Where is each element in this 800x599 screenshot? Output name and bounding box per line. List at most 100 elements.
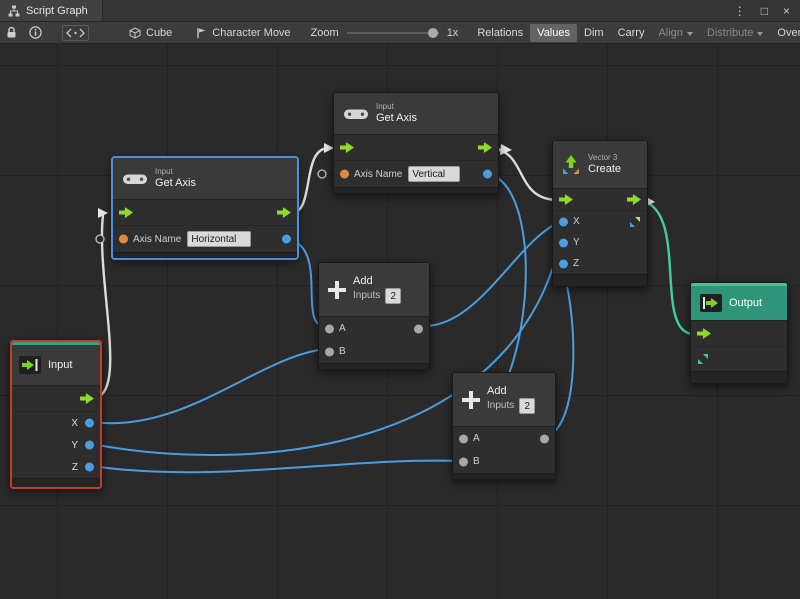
a-in-port[interactable] xyxy=(325,324,334,333)
gamepad-icon xyxy=(343,106,369,122)
param-row: Axis Name xyxy=(334,161,498,187)
cube-label: Cube xyxy=(146,27,172,39)
plus-icon xyxy=(462,391,480,409)
x-in-port[interactable] xyxy=(559,217,568,226)
result-out-port[interactable] xyxy=(540,434,549,443)
values-button[interactable]: Values xyxy=(530,24,577,42)
node-get-axis-vertical[interactable]: Input Get Axis Axis Name xyxy=(333,92,499,194)
port-row-a: A xyxy=(453,427,555,450)
target-object-cube[interactable]: Cube xyxy=(129,27,172,39)
relations-button[interactable]: Relations xyxy=(470,24,530,42)
align-label: Align xyxy=(658,27,682,39)
info-icon[interactable] xyxy=(29,26,42,39)
port-row-y: Y xyxy=(12,434,100,456)
node-vector3-create[interactable]: Vector 3 Create X Y Z xyxy=(552,140,648,287)
y-in-port[interactable] xyxy=(559,238,568,247)
a-in-port[interactable] xyxy=(459,434,468,443)
result-out-port[interactable] xyxy=(414,324,423,333)
flow-row xyxy=(334,135,498,161)
port-row-a: A xyxy=(319,317,429,340)
graph-canvas[interactable]: Input Get Axis Axis Name xyxy=(0,44,800,599)
distribute-dropdown[interactable]: Distribute xyxy=(700,24,770,42)
y-out-port[interactable] xyxy=(85,441,94,450)
node-title: Add xyxy=(353,275,401,288)
tab-bar: Script Graph ⋮ □ × xyxy=(0,0,800,22)
node-title: Get Axis xyxy=(376,112,417,125)
lock-icon[interactable] xyxy=(6,26,17,39)
value-row xyxy=(691,347,787,371)
tab-script-graph[interactable]: Script Graph xyxy=(0,0,103,21)
value-out-port[interactable] xyxy=(483,170,492,179)
node-add-1[interactable]: Add Inputs A B xyxy=(318,262,430,370)
z-label: Z xyxy=(72,462,78,473)
port-row-x: X xyxy=(553,211,647,232)
z-out-port[interactable] xyxy=(85,463,94,472)
node-header: Input Get Axis xyxy=(113,158,297,200)
cube-icon xyxy=(129,27,141,39)
flow-out-port[interactable] xyxy=(627,194,641,205)
graph-asset-character-move[interactable]: Character Move xyxy=(196,27,290,39)
flow-in-port[interactable] xyxy=(697,328,711,339)
node-footer xyxy=(691,371,787,383)
distribute-label: Distribute xyxy=(707,27,753,39)
zoom-label: Zoom xyxy=(311,27,339,39)
flow-in-port[interactable] xyxy=(340,142,354,153)
z-in-port[interactable] xyxy=(559,259,568,268)
wire-input-x-to-add1-b[interactable] xyxy=(92,349,326,423)
axis-name-in-port[interactable] xyxy=(119,235,128,244)
flow-out-port[interactable] xyxy=(478,142,492,153)
inputs-count-field[interactable] xyxy=(519,398,535,414)
window-controls: ⋮ □ × xyxy=(734,0,800,21)
axis-name-field[interactable] xyxy=(408,166,460,182)
b-label: B xyxy=(339,346,346,357)
graph-hierarchy-icon xyxy=(8,5,20,17)
vector-result-out-port[interactable] xyxy=(629,216,641,228)
carry-button[interactable]: Carry xyxy=(611,24,652,42)
unconnected-port-indicator[interactable] xyxy=(96,235,104,243)
vector-in-port[interactable] xyxy=(697,353,709,365)
port-row-z: Z xyxy=(12,456,100,478)
flow-out-port[interactable] xyxy=(80,393,94,404)
b-in-port[interactable] xyxy=(459,457,468,466)
node-title: Input xyxy=(48,359,72,371)
port-row-y: Y xyxy=(553,232,647,253)
flow-row xyxy=(553,189,647,211)
overview-button[interactable]: Overv xyxy=(770,24,800,42)
code-brackets-icon[interactable] xyxy=(62,25,89,41)
wire-add1-result-to-vector3-x[interactable] xyxy=(419,222,560,326)
inputs-label: Inputs xyxy=(353,290,380,302)
zoom-value: 1x xyxy=(447,27,459,39)
flow-row xyxy=(113,200,297,226)
node-category: Input xyxy=(155,167,196,177)
axis-name-field[interactable] xyxy=(187,231,251,247)
wire-input-z-to-add2-b[interactable] xyxy=(92,461,460,473)
window-menu-icon[interactable]: ⋮ xyxy=(734,5,746,17)
node-header: Vector 3 Create xyxy=(553,141,647,189)
wire-vector3-to-output[interactable] xyxy=(643,201,692,334)
b-in-port[interactable] xyxy=(325,347,334,356)
window-close-icon[interactable]: × xyxy=(783,5,790,17)
node-get-axis-horizontal[interactable]: Input Get Axis Axis Name xyxy=(112,157,298,259)
window-maximize-icon[interactable]: □ xyxy=(761,5,768,17)
x-out-port[interactable] xyxy=(85,419,94,428)
dim-button[interactable]: Dim xyxy=(577,24,611,42)
param-row: Axis Name xyxy=(113,226,297,252)
zoom-slider-handle[interactable] xyxy=(428,28,438,38)
port-row-b: B xyxy=(453,450,555,473)
flow-in-port[interactable] xyxy=(559,194,573,205)
node-output[interactable]: Output xyxy=(690,282,788,384)
value-out-port[interactable] xyxy=(282,235,291,244)
axis-name-in-port[interactable] xyxy=(340,170,349,179)
align-dropdown[interactable]: Align xyxy=(651,24,699,42)
inputs-label: Inputs xyxy=(487,400,514,412)
wire-flow-getaxis-vertical-to-vector3[interactable] xyxy=(491,148,558,200)
output-arrow-icon xyxy=(700,294,722,312)
plus-icon xyxy=(328,281,346,299)
inputs-count-field[interactable] xyxy=(385,288,401,304)
node-input[interactable]: Input X Y Z xyxy=(10,340,102,489)
flow-out-port[interactable] xyxy=(277,207,291,218)
node-add-2[interactable]: Add Inputs A B xyxy=(452,372,556,480)
zoom-slider[interactable] xyxy=(347,32,439,34)
flow-in-port[interactable] xyxy=(119,207,133,218)
unconnected-port-indicator[interactable] xyxy=(318,170,326,178)
